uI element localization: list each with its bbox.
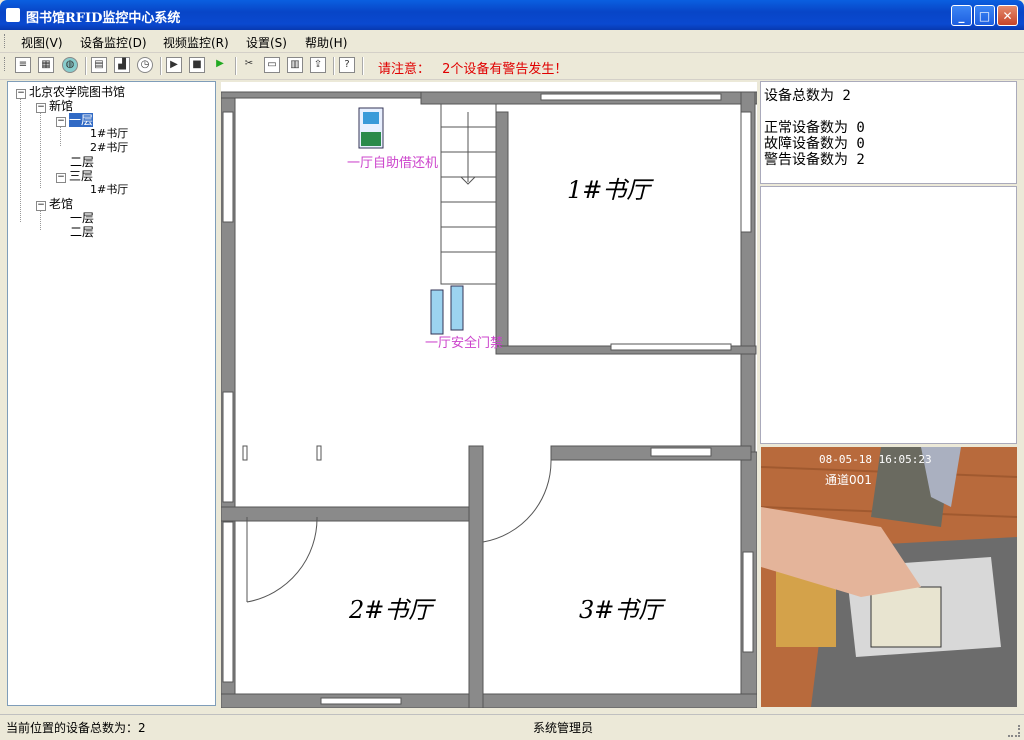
video-channel: 通道001 (825, 473, 872, 487)
windows (222, 93, 754, 705)
report-icon[interactable]: ▥ (287, 57, 303, 73)
app-icon (6, 8, 20, 22)
toolbar-separator (235, 57, 237, 75)
floor-plan-map[interactable]: 1#书厅 2#书厅 3#书厅 一厅自助借还机 一厅安全门禁 (221, 82, 757, 708)
stop-icon[interactable]: ■ (189, 57, 205, 73)
toolbar-separator (362, 57, 364, 75)
tree-floor1[interactable]: − 一层 (56, 111, 94, 128)
device-kiosk-icon[interactable] (358, 107, 384, 149)
tree-connector (40, 112, 41, 188)
menu-video-monitor[interactable]: 视频监控(R) (163, 34, 229, 51)
tree-connector (20, 98, 21, 222)
alert-text: 2个设备有警告发生！ (442, 62, 568, 77)
doors (242, 445, 552, 603)
video-feed[interactable]: 08-05-18 16:05:23 通道001 (761, 447, 1017, 707)
tree-floor3-hall1[interactable]: 1#书厅 (90, 181, 128, 197)
location-tree[interactable]: − 北京农学院图书馆 − 新馆 − 一层 1#书厅 2#书厅 二层 − 三层 1#书厅 … (7, 81, 216, 706)
video-timestamp: 08-05-18 16:05:23 (819, 453, 932, 466)
play-icon[interactable]: ▶ (212, 57, 228, 73)
status-device-count: 当前位置的设备总数为：2 (6, 721, 146, 735)
maximize-button[interactable]: □ (974, 5, 995, 26)
grid-icon[interactable]: ▦ (38, 57, 54, 73)
device-gate-icon[interactable] (430, 285, 464, 335)
globe-icon[interactable]: ◍ (62, 57, 78, 73)
summary-total: 设备总数为 2 (764, 88, 851, 104)
toolbar-separator (85, 57, 87, 75)
clock-icon[interactable]: ◷ (137, 57, 153, 73)
tree-connector (40, 210, 41, 230)
menu-device-monitor[interactable]: 设备监控(D) (80, 34, 147, 51)
tree-hall2[interactable]: 2#书厅 (90, 139, 128, 155)
menu-view[interactable]: 视图(V) (21, 34, 63, 51)
screen-icon[interactable]: ▭ (264, 57, 280, 73)
map-label-hall1: 1#书厅 (567, 176, 651, 204)
detail-panel (760, 186, 1017, 444)
status-bar: 当前位置的设备总数为：2 系统管理员 (0, 714, 1024, 740)
tree-old-building[interactable]: − 老馆 (36, 195, 73, 212)
video-frame (761, 447, 1017, 707)
toolbar-separator (160, 57, 162, 75)
stairs (440, 103, 497, 285)
tree-old-floor2[interactable]: 二层 (70, 223, 94, 240)
export-icon[interactable]: ⇪ (310, 57, 326, 73)
app-window: 图书馆RFID监控中心系统 _ □ ✕ 视图(V) 设备监控(D) 视频监控(R… (0, 0, 1024, 740)
tree-connector (60, 126, 61, 146)
menu-settings[interactable]: 设置(S) (246, 34, 287, 51)
document-icon[interactable]: ▤ (91, 57, 107, 73)
close-button[interactable]: ✕ (997, 5, 1018, 26)
tools-icon[interactable]: ✂ (241, 57, 257, 73)
toolbar-separator (333, 57, 335, 75)
status-user: 系统管理员 (533, 721, 594, 735)
map-label-hall3: 3#书厅 (579, 596, 663, 624)
device-kiosk-label[interactable]: 一厅自助借还机 (347, 152, 438, 171)
help-icon[interactable]: ? (339, 57, 355, 73)
menu-help[interactable]: 帮助(H) (305, 34, 347, 51)
resize-grip-icon[interactable] (1008, 725, 1020, 737)
play-step-icon[interactable]: ▶ (166, 57, 182, 73)
map-label-hall2: 2#书厅 (349, 596, 433, 624)
title-bar[interactable]: 图书馆RFID监控中心系统 _ □ ✕ (0, 0, 1024, 30)
chart-icon[interactable]: ▟ (114, 57, 130, 73)
menu-grip (4, 34, 8, 48)
tree-floor3[interactable]: − 三层 (56, 167, 93, 184)
device-summary-panel: 设备总数为 2 正常设备数为 0 故障设备数为 0 警告设备数为 2 (760, 81, 1017, 184)
summary-warning: 警告设备数为 2 (764, 152, 865, 168)
toolbar-grip (4, 57, 8, 71)
device-gate-label[interactable]: 一厅安全门禁 (425, 332, 503, 351)
menu-bar: 视图(V) 设备监控(D) 视频监控(R) 设置(S) 帮助(H) (0, 30, 1024, 53)
list-icon[interactable]: ≡ (15, 57, 31, 73)
window-title: 图书馆RFID监控中心系统 (26, 11, 181, 26)
alert-prefix: 请注意： (378, 62, 431, 77)
floor-plan-svg (221, 91, 757, 708)
minimize-button[interactable]: _ (951, 5, 972, 26)
walls (221, 91, 757, 708)
alert-message: 请注意： 2个设备有警告发生！ (378, 58, 567, 77)
